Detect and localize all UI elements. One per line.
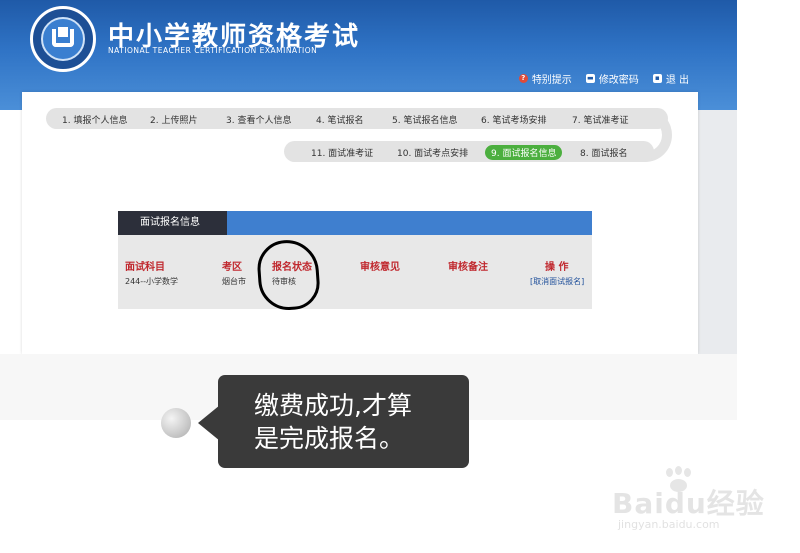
special-tips-label: 特别提示 — [531, 75, 572, 86]
callout-pointer — [198, 405, 220, 441]
bullet-dot — [161, 408, 191, 438]
step-6-written-room[interactable]: 6. 笔试考场安排 — [481, 113, 546, 126]
change-password-link[interactable]: ▬ 修改密码 — [585, 71, 639, 86]
callout-bubble: 缴费成功,才算 是完成报名。 — [218, 375, 469, 468]
watermark-url: jingyan.baidu.com — [618, 518, 720, 531]
special-tips-link[interactable]: ? 特别提示 — [518, 71, 572, 86]
col-action: 操 作 — [545, 262, 569, 273]
step-9-interview-info[interactable]: 9. 面试报名信息 — [485, 145, 563, 160]
site-subtitle: NATIONAL TEACHER CERTIFICATION EXAMINATI… — [108, 46, 318, 55]
exit-icon: ▪ — [652, 74, 662, 83]
step-10-interview-site[interactable]: 10. 面试考点安排 — [397, 146, 468, 159]
baidu-watermark: Baidu经验 jingyan.baidu.com — [612, 462, 792, 542]
step-5-written-info[interactable]: 5. 笔试报名信息 — [392, 113, 457, 126]
step-4-written-signup[interactable]: 4. 笔试报名 — [316, 113, 363, 126]
question-icon: ? — [518, 74, 528, 83]
step-3-view-info[interactable]: 3. 查看个人信息 — [226, 113, 291, 126]
top-links: ? 特别提示 ▬ 修改密码 ▪ 退 出 — [518, 71, 689, 86]
card-tab-title: 面试报名信息 — [118, 211, 227, 235]
step-1-fill-info[interactable]: 1. 填报个人信息 — [62, 113, 127, 126]
col-opinion: 审核意见 — [360, 262, 400, 273]
right-margin — [698, 110, 737, 354]
step-7-written-ticket[interactable]: 7. 笔试准考证 — [572, 113, 628, 126]
cancel-interview-link[interactable]: [取消面试报名] — [530, 276, 584, 287]
exit-label: 退 出 — [665, 75, 689, 86]
card-body — [118, 235, 592, 309]
step-11-interview-ticket[interactable]: 11. 面试准考证 — [311, 146, 373, 159]
cell-region: 烟台市 — [222, 277, 246, 286]
col-remark: 审核备注 — [448, 262, 488, 273]
key-icon: ▬ — [585, 74, 595, 83]
callout-line-1: 缴费成功,才算 — [254, 391, 412, 420]
ntce-logo — [30, 6, 96, 72]
cell-subject: 244--小学数学 — [125, 277, 179, 286]
book-icon — [52, 27, 74, 47]
col-region: 考区 — [222, 262, 242, 273]
step-2-upload-photo[interactable]: 2. 上传照片 — [150, 113, 197, 126]
watermark-brand: Baidu经验 — [612, 487, 765, 520]
change-password-label: 修改密码 — [598, 75, 639, 86]
callout-line-2: 是完成报名。 — [254, 424, 405, 453]
callout-text: 缴费成功,才算 是完成报名。 — [254, 389, 412, 455]
col-subject: 面试科目 — [125, 262, 165, 273]
exit-link[interactable]: ▪ 退 出 — [652, 71, 689, 86]
step-8-interview-signup[interactable]: 8. 面试报名 — [580, 146, 627, 159]
